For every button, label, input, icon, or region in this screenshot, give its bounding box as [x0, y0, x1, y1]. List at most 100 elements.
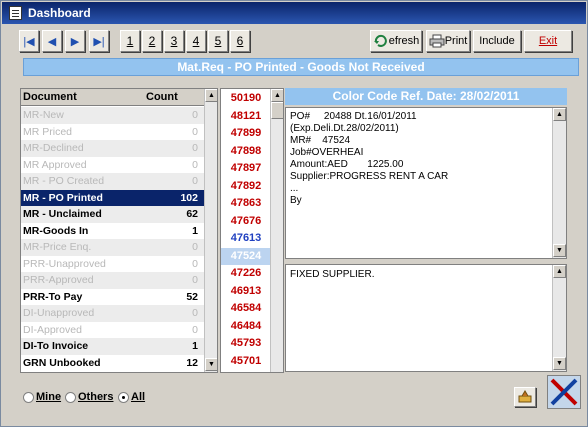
page-button-4[interactable]: 4	[186, 30, 206, 52]
number-row[interactable]: 46913	[221, 283, 271, 301]
window-title: Dashboard	[28, 6, 91, 20]
document-row[interactable]: MR-Goods In 1	[21, 223, 204, 240]
document-row[interactable]: DI-Approved 0	[21, 322, 204, 339]
scroll-up-arrow[interactable]: ▲	[205, 89, 217, 102]
scroll-up-arrow[interactable]: ▲	[553, 108, 566, 121]
remarks-scrollbar[interactable]: ▲ ▼	[552, 265, 566, 371]
document-row[interactable]: MR - PO Created 0	[21, 173, 204, 190]
number-row[interactable]: 47899	[221, 125, 271, 143]
document-count: 0	[192, 158, 198, 171]
page-button-3[interactable]: 3	[164, 30, 184, 52]
number-row[interactable]: 45700	[221, 370, 271, 372]
scroll-down-arrow[interactable]: ▼	[553, 244, 566, 257]
number-row[interactable]: 47898	[221, 143, 271, 161]
document-label: MR-Price Enq.	[23, 241, 92, 253]
number-row[interactable]: 47897	[221, 160, 271, 178]
count-column-header[interactable]: Count	[146, 91, 178, 103]
document-row[interactable]: MR - Unclaimed 62	[21, 206, 204, 223]
scroll-down-arrow[interactable]: ▼	[205, 358, 217, 371]
filter-others[interactable]: Others	[65, 390, 113, 404]
page-button-5[interactable]: 5	[208, 30, 228, 52]
document-label: MR-Goods In	[23, 224, 89, 237]
page-button-2[interactable]: 2	[142, 30, 162, 52]
document-row[interactable]: MR-Price Enq. 0	[21, 239, 204, 256]
document-label: DI-To Invoice	[23, 340, 89, 352]
document-row[interactable]: GRN Unbooked 12	[21, 355, 204, 372]
details-line: By	[290, 195, 302, 206]
details-line: ...	[290, 183, 299, 194]
first-page-icon: |◀	[23, 35, 35, 48]
page-button-1[interactable]: 1	[120, 30, 140, 52]
refresh-button[interactable]: efresh	[370, 30, 422, 52]
details-panel[interactable]: PO# 20488 Dt.16/01/2011 (Exp.Deli.Dt.28/0…	[285, 107, 567, 259]
prev-page-button[interactable]: ◀	[42, 30, 62, 52]
first-page-button[interactable]: |◀	[19, 30, 39, 52]
page-button-6[interactable]: 6	[230, 30, 250, 52]
details-line: Job#OVERHEAI	[290, 147, 364, 158]
number-row[interactable]: 45701	[221, 353, 271, 371]
number-row[interactable]: 47676	[221, 213, 271, 231]
number-row[interactable]: 48121	[221, 108, 271, 126]
number-row[interactable]: 46484	[221, 318, 271, 336]
document-row[interactable]: MR-Declined 0	[21, 140, 204, 157]
document-label: MR-New	[23, 109, 64, 121]
all-label: All	[131, 391, 146, 403]
document-count: 0	[192, 142, 198, 154]
number-row[interactable]: 47892	[221, 178, 271, 196]
include-button[interactable]: Include	[473, 30, 521, 52]
document-row[interactable]: MR Approved 0	[21, 157, 204, 174]
print-button[interactable]: Print	[426, 30, 470, 52]
document-row[interactable]: DI-Unapproved 0	[21, 305, 204, 322]
document-row[interactable]: PRR-Approved 0	[21, 272, 204, 289]
document-count: 0	[192, 274, 198, 286]
title-bar: Dashboard	[2, 2, 586, 24]
document-column-header[interactable]: Document	[23, 91, 77, 103]
document-row[interactable]: PRR-To Pay 52	[21, 289, 204, 306]
number-row[interactable]: 47863	[221, 195, 271, 213]
number-row[interactable]: 47524	[221, 247, 271, 265]
exit-button[interactable]: Exit	[524, 30, 572, 52]
tools-icon	[518, 390, 532, 403]
mine-radio[interactable]	[23, 391, 34, 403]
document-row[interactable]: PRR-Unapproved 0	[21, 256, 204, 273]
others-radio[interactable]	[65, 391, 76, 403]
refresh-label: efresh	[388, 35, 420, 47]
scroll-thumb[interactable]	[271, 102, 283, 119]
all-radio[interactable]	[118, 391, 129, 403]
filter-mine[interactable]: Mine	[23, 390, 61, 404]
scroll-down-arrow[interactable]: ▼	[553, 357, 566, 370]
document-label: DI-Unapproved	[23, 307, 95, 319]
details-line: Amount:AED 1225.00	[290, 159, 404, 170]
document-row[interactable]: MR - PO Printed 102	[21, 189, 204, 206]
details-scrollbar[interactable]: ▲ ▼	[552, 108, 566, 258]
scroll-up-arrow[interactable]: ▲	[271, 89, 283, 102]
document-row[interactable]: DI-To Invoice 1	[21, 338, 204, 355]
document-row[interactable]: MR Priced 0	[21, 124, 204, 141]
document-count: 1	[192, 340, 198, 352]
document-row[interactable]: MR-New 0	[21, 107, 204, 124]
next-page-button[interactable]: ▶	[65, 30, 85, 52]
last-page-icon: ▶|	[93, 35, 105, 48]
number-row[interactable]: 50190	[221, 90, 271, 108]
scroll-up-arrow[interactable]: ▲	[553, 265, 566, 278]
number-row[interactable]: 46584	[221, 300, 271, 318]
last-page-button[interactable]: ▶|	[89, 30, 109, 52]
document-count: 62	[186, 208, 198, 220]
number-row[interactable]: 47613	[221, 230, 271, 248]
remarks-panel[interactable]: FIXED SUPPLIER. ▲ ▼	[285, 264, 567, 372]
prev-page-icon: ◀	[47, 35, 57, 48]
filter-all[interactable]: All	[118, 390, 145, 404]
settings-button[interactable]	[514, 387, 536, 407]
document-count: 0	[192, 175, 198, 187]
close-tools-button[interactable]	[547, 375, 581, 409]
print-label: Print	[444, 35, 468, 47]
document-label: PRR-Unapproved	[23, 257, 106, 270]
number-row[interactable]: 45793	[221, 335, 271, 353]
document-count: 0	[192, 307, 198, 319]
document-list-scrollbar[interactable]: ▲ ▼	[204, 89, 217, 372]
number-row[interactable]: 47226	[221, 265, 271, 283]
number-list-scrollbar[interactable]: ▲	[270, 89, 283, 372]
document-count: 0	[192, 257, 198, 270]
remarks-text: FIXED SUPPLIER.	[290, 269, 375, 280]
document-count: 0	[192, 109, 198, 121]
